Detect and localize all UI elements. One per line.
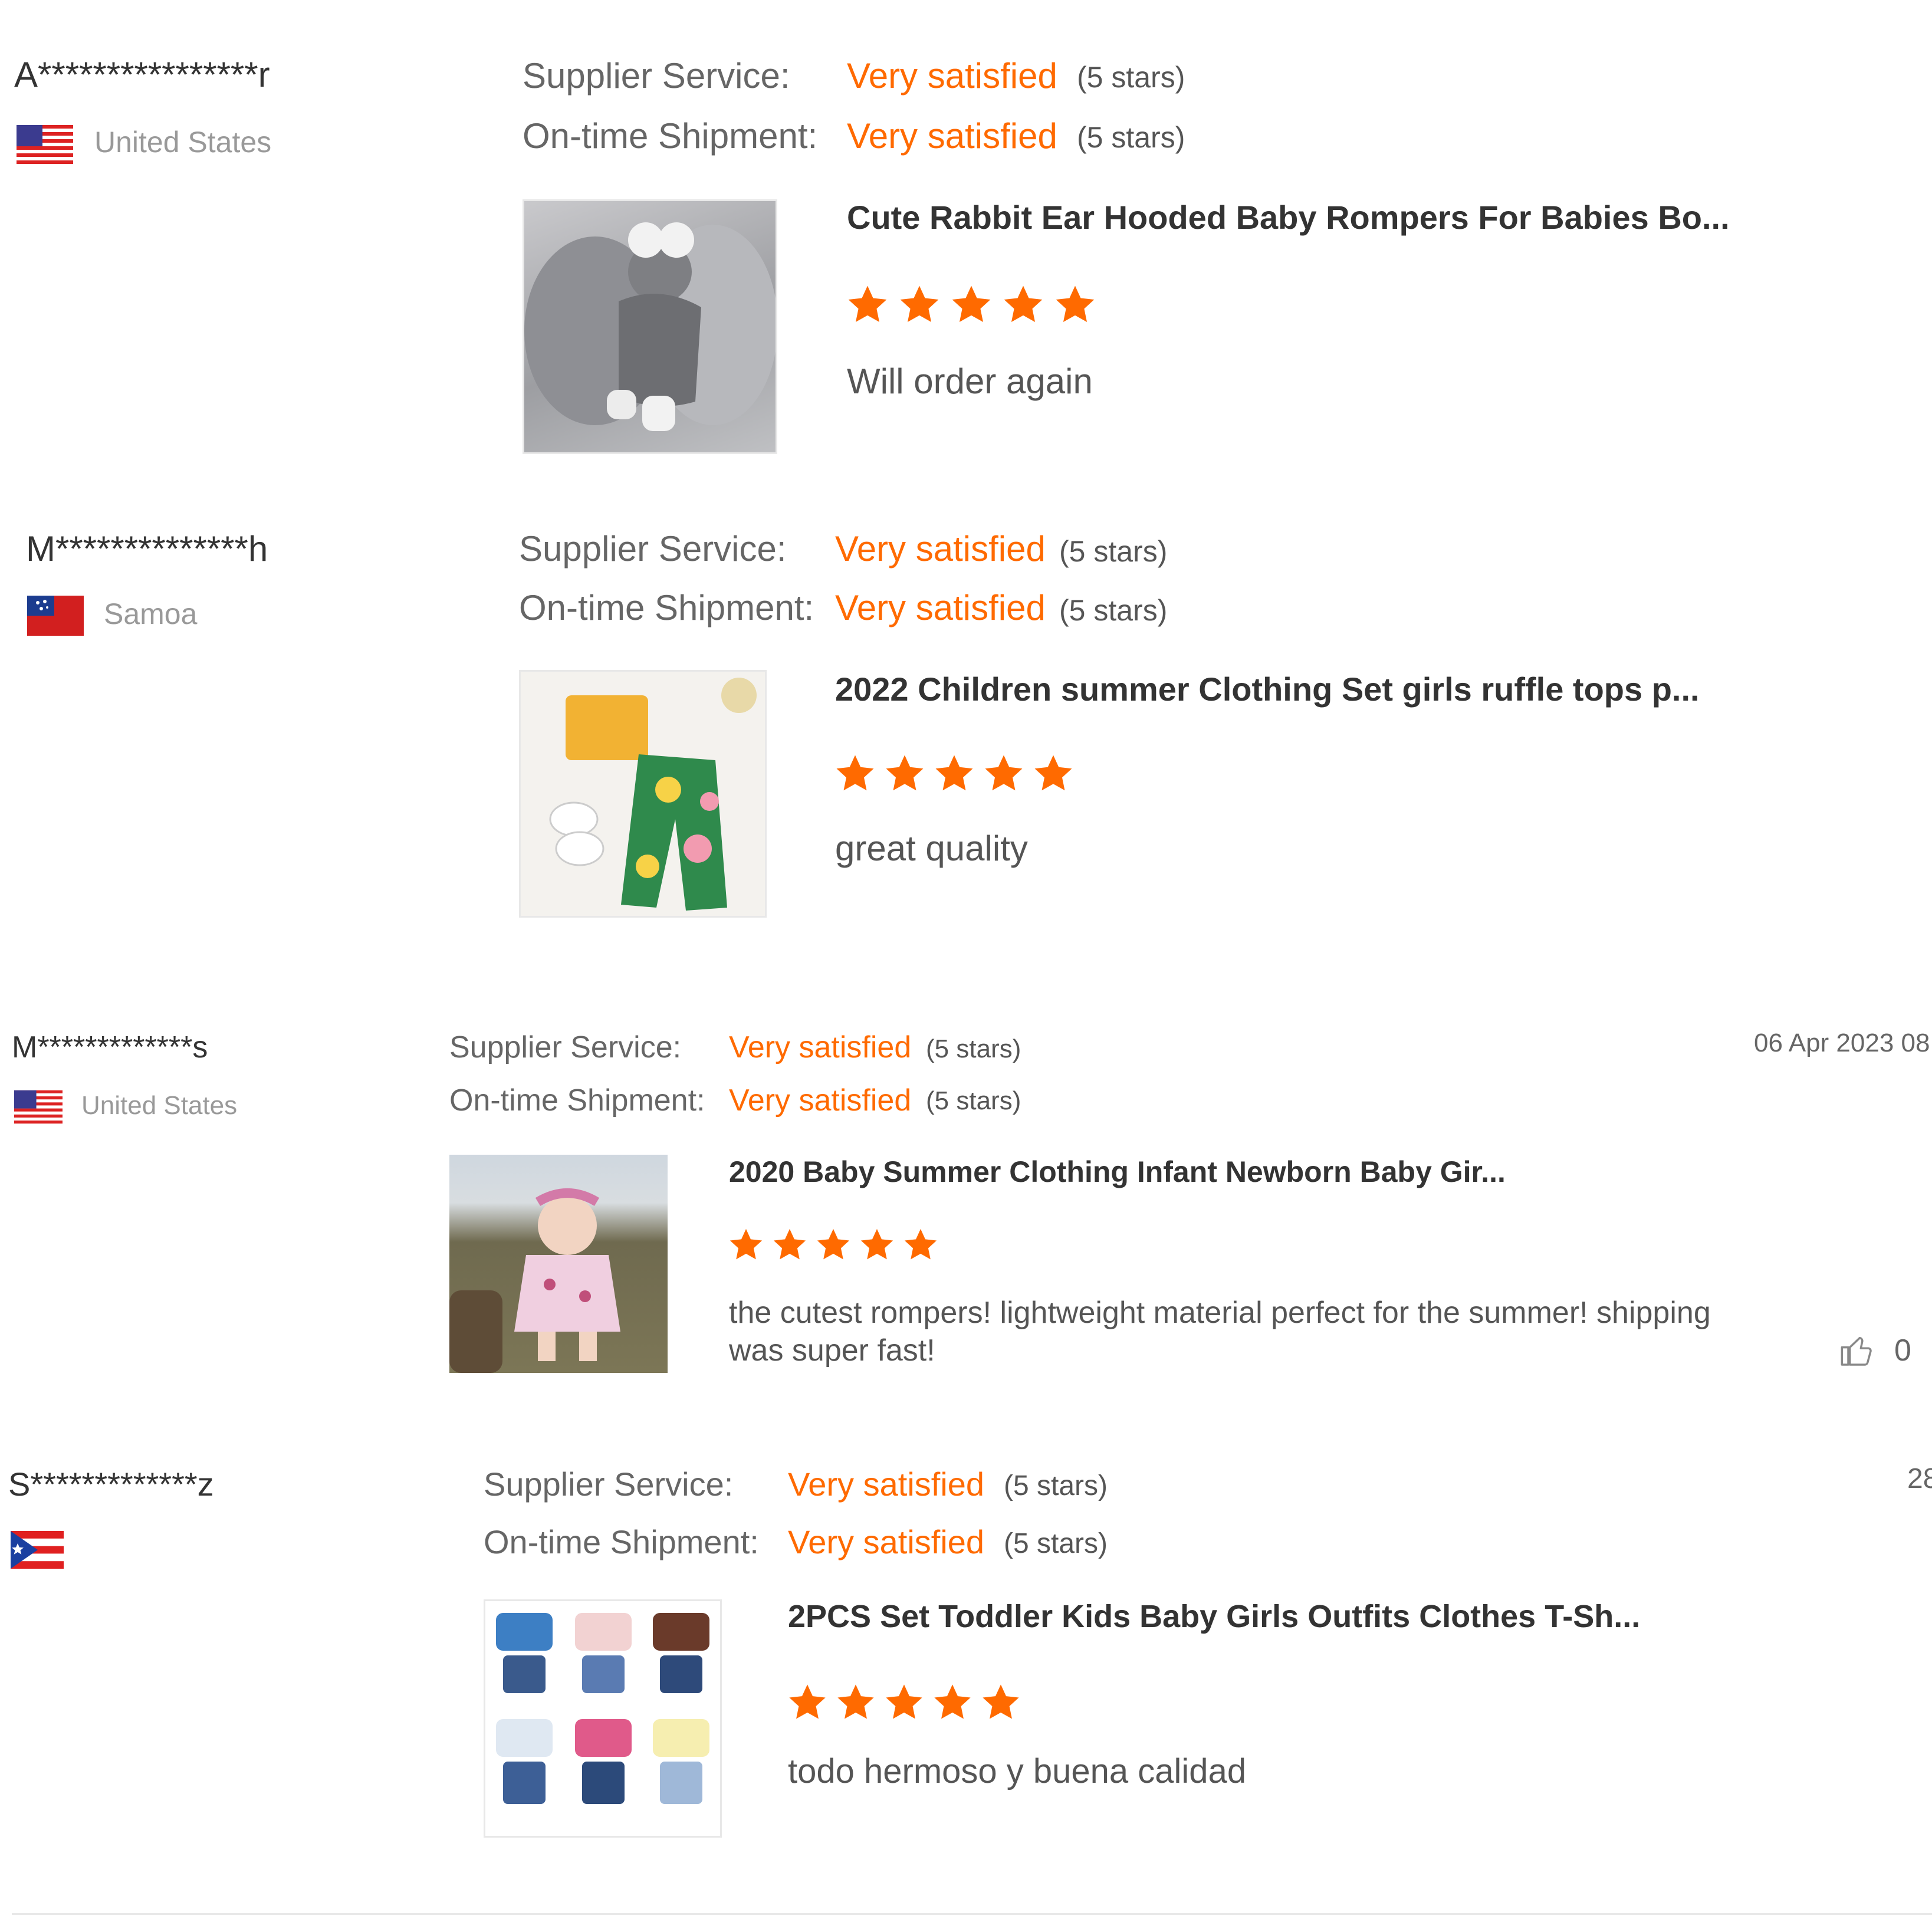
shipment-stars: (5 stars): [1004, 1528, 1108, 1559]
star-icon: [835, 1682, 876, 1723]
star-icon: [787, 1682, 828, 1723]
buyer-country: United States: [94, 126, 272, 159]
shipment-label: On-time Shipment:: [523, 116, 818, 156]
shipment-stars: (5 stars): [1059, 594, 1168, 627]
thumbs-up-icon: [1841, 1336, 1872, 1366]
star-icon: [815, 1227, 852, 1263]
supplier-service-stars: (5 stars): [1077, 61, 1185, 94]
product-thumbnail[interactable]: [519, 670, 767, 918]
buyer-name: S*************z: [8, 1466, 214, 1503]
shipment-stars: (5 stars): [926, 1086, 1021, 1115]
puerto-rico-flag-icon: [11, 1531, 64, 1569]
star-icon: [1001, 283, 1045, 327]
shipment-value: Very satisfied: [788, 1523, 985, 1560]
product-thumbnail[interactable]: [484, 1599, 722, 1838]
star-icon: [949, 283, 993, 327]
supplier-service-label: Supplier Service:: [449, 1030, 682, 1064]
rating-stars: [834, 753, 1075, 795]
supplier-service-label: Supplier Service:: [523, 56, 790, 96]
supplier-service-value: Very satisfied: [729, 1030, 912, 1064]
star-icon: [728, 1227, 764, 1263]
review-date: 06 Apr 2023 08:: [1754, 1029, 1932, 1057]
review-comment: great quality: [835, 829, 1028, 868]
supplier-service-stars: (5 stars): [1059, 535, 1168, 568]
star-icon: [883, 753, 926, 795]
buyer-name: A****************r: [14, 55, 270, 94]
star-icon: [933, 753, 975, 795]
us-flag-icon: [14, 1090, 63, 1124]
star-icon: [859, 1227, 895, 1263]
review-comment: Will order again: [847, 362, 1093, 401]
star-icon: [898, 283, 941, 327]
shipment-value: Very satisfied: [847, 116, 1057, 156]
samoa-flag-icon: [27, 596, 84, 636]
product-title[interactable]: 2PCS Set Toddler Kids Baby Girls Outfits…: [788, 1598, 1640, 1635]
romper-image: [524, 222, 776, 431]
supplier-service-label: Supplier Service:: [519, 529, 787, 569]
buyer-name: M*************s: [12, 1030, 208, 1064]
supplier-service-value: Very satisfied: [847, 56, 1057, 96]
rating-stars: [787, 1682, 1021, 1723]
like-button[interactable]: 0: [1839, 1332, 1911, 1369]
rating-stars: [728, 1227, 939, 1263]
buyer-name: M**************h: [26, 529, 268, 569]
us-flag-icon: [17, 125, 73, 164]
product-thumbnail[interactable]: [523, 199, 777, 454]
rating-stars: [846, 283, 1097, 327]
shipment-value: Very satisfied: [835, 588, 1046, 627]
supplier-service-value: Very satisfied: [788, 1466, 985, 1503]
buyer-country: Samoa: [104, 597, 198, 630]
shipment-stars: (5 stars): [1077, 121, 1185, 154]
star-icon: [980, 1682, 1021, 1723]
star-icon: [932, 1682, 973, 1723]
product-title[interactable]: Cute Rabbit Ear Hooded Baby Rompers For …: [847, 198, 1730, 236]
star-icon: [1053, 283, 1097, 327]
star-icon: [883, 1682, 925, 1723]
like-count: 0: [1894, 1333, 1911, 1368]
star-icon: [834, 753, 876, 795]
supplier-service-stars: (5 stars): [1004, 1470, 1108, 1501]
shipment-value: Very satisfied: [729, 1083, 912, 1118]
star-icon: [902, 1227, 939, 1263]
product-title[interactable]: 2020 Baby Summer Clothing Infant Newborn…: [729, 1155, 1506, 1189]
product-title[interactable]: 2022 Children summer Clothing Set girls …: [835, 670, 1700, 708]
divider: [12, 1913, 1932, 1915]
supplier-service-stars: (5 stars): [926, 1034, 1021, 1063]
product-thumbnail[interactable]: [449, 1155, 668, 1373]
review-date: 28: [1907, 1463, 1932, 1494]
baby-photo: [449, 1188, 620, 1373]
star-icon: [771, 1227, 808, 1263]
review-comment: the cutest rompers! lightweight material…: [729, 1296, 1711, 1330]
buyer-country: United States: [81, 1091, 238, 1120]
review-comment-line2: was super fast!: [729, 1333, 935, 1368]
shipment-label: On-time Shipment:: [519, 588, 814, 627]
star-icon: [1032, 753, 1075, 795]
star-icon: [983, 753, 1025, 795]
supplier-service-label: Supplier Service:: [484, 1466, 734, 1503]
shipment-label: On-time Shipment:: [484, 1523, 759, 1560]
outfits-grid-image: [496, 1613, 709, 1804]
shipment-label: On-time Shipment:: [449, 1083, 705, 1118]
supplier-service-value: Very satisfied: [835, 529, 1046, 569]
star-icon: [846, 283, 889, 327]
outfit-image: [549, 678, 757, 911]
review-comment: todo hermoso y buena calidad: [788, 1752, 1247, 1790]
